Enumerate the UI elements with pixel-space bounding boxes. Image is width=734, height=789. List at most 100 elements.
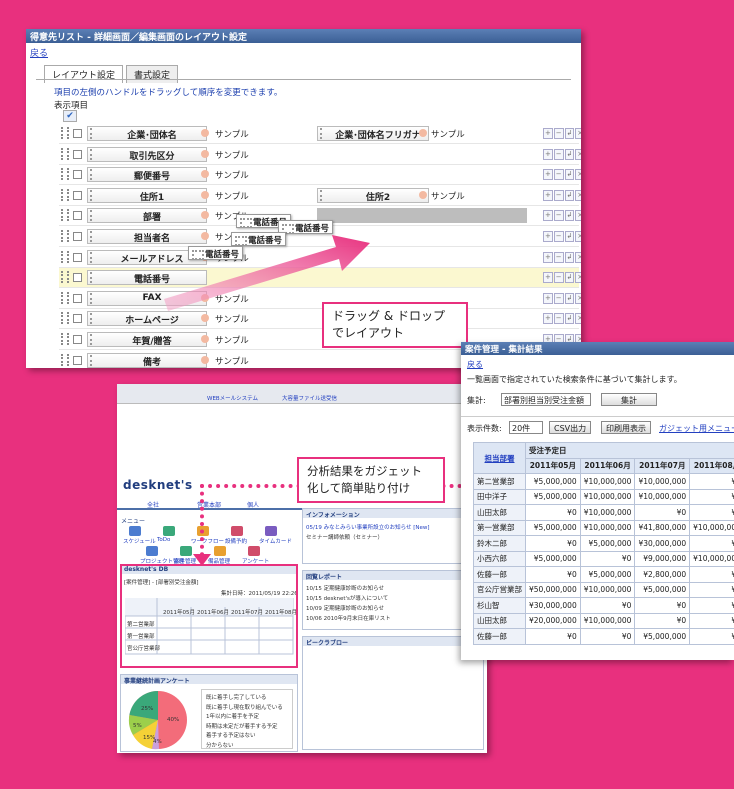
gadget-menu-link[interactable]: ガジェット用メニュー: [659, 423, 734, 434]
row-ctrl-button[interactable]: +: [543, 148, 553, 160]
row-ctrl-button[interactable]: ×: [575, 313, 581, 325]
drag-handle-icon[interactable]: [61, 250, 69, 263]
row-ctrl-button[interactable]: ×: [575, 251, 581, 263]
row-ctrl-button[interactable]: ↲: [564, 272, 575, 284]
menu-app-icon[interactable]: [214, 546, 226, 556]
row-checkbox[interactable]: [73, 314, 82, 324]
info-item[interactable]: 05/19 みなとみらい事業所設立のお知らせ [New]: [306, 523, 430, 531]
row-ctrl-button[interactable]: ↲: [564, 251, 575, 263]
field-row[interactable]: 取引先区分 サンプル + − ↲ ×: [59, 145, 581, 165]
row-ctrl-button[interactable]: ↲: [564, 313, 575, 325]
row-ctrl-button[interactable]: −: [553, 251, 564, 263]
menu-app-icon[interactable]: [129, 526, 141, 536]
menu-app-label[interactable]: スケジュール: [123, 537, 156, 545]
row-ctrl-button[interactable]: +: [543, 251, 553, 263]
row-checkbox[interactable]: [73, 273, 82, 283]
field-row[interactable]: 郵便番号 サンプル + − ↲ ×: [59, 165, 581, 186]
row-ctrl-button[interactable]: −: [553, 210, 564, 222]
row-ctrl-button[interactable]: ×: [575, 272, 581, 284]
report-item[interactable]: 10/15 desknet'sが導入について: [306, 594, 388, 602]
menu-app-label[interactable]: ToDo: [157, 537, 170, 543]
row-checkbox[interactable]: [73, 252, 82, 262]
row-ctrl-button[interactable]: +: [543, 169, 553, 181]
menu-app-icon[interactable]: [146, 546, 158, 556]
row-checkbox[interactable]: [73, 190, 82, 200]
drag-handle-icon[interactable]: [61, 209, 69, 222]
row-ctrl-button[interactable]: ↲: [564, 169, 575, 181]
column-header[interactable]: 担当部署: [473, 442, 526, 474]
webmail-link[interactable]: WEBメールシステム: [207, 394, 258, 402]
count-select[interactable]: 20件: [509, 421, 543, 434]
row-ctrl-button[interactable]: −: [553, 292, 564, 304]
menu-app-icon[interactable]: [265, 526, 277, 536]
tab-format[interactable]: 書式設定: [126, 65, 179, 83]
row-ctrl-button[interactable]: −: [553, 272, 564, 284]
menu-app-label[interactable]: ワークフロー: [191, 537, 224, 545]
field-row[interactable]: 企業･団体名 サンプル 企業･団体名フリガナ サンプル + − ↲ ×: [59, 124, 581, 144]
row-ctrl-button[interactable]: ×: [575, 128, 581, 139]
row-ctrl-button[interactable]: ×: [575, 292, 581, 304]
drag-handle-icon[interactable]: [61, 353, 69, 366]
row-checkbox[interactable]: [73, 211, 82, 221]
drag-handle-icon[interactable]: [61, 188, 69, 201]
field-row[interactable]: 住所1 サンプル 住所2 サンプル + − ↲ ×: [59, 186, 581, 206]
row-checkbox[interactable]: [73, 335, 82, 344]
row-ctrl-button[interactable]: ↲: [564, 128, 575, 139]
menu-app-icon[interactable]: [180, 546, 192, 556]
row-ctrl-button[interactable]: −: [553, 148, 564, 160]
drag-handle-icon[interactable]: [61, 291, 69, 304]
menu-app-label[interactable]: 設備予約: [225, 537, 247, 545]
drag-handle-icon[interactable]: [61, 271, 69, 284]
csv-button[interactable]: CSV出力: [549, 421, 592, 434]
row-ctrl-button[interactable]: −: [553, 189, 564, 201]
row-ctrl-button[interactable]: +: [543, 128, 553, 139]
drag-handle-icon[interactable]: [61, 333, 69, 345]
row-ctrl-button[interactable]: −: [553, 169, 564, 181]
row-ctrl-button[interactable]: ×: [575, 231, 581, 242]
row-ctrl-button[interactable]: ×: [575, 189, 581, 201]
back-link[interactable]: 戻る: [467, 359, 483, 370]
row-ctrl-button[interactable]: ×: [575, 169, 581, 181]
nav-tab[interactable]: 個人: [247, 500, 259, 509]
menu-app-icon[interactable]: [231, 526, 243, 536]
menu-app-label[interactable]: タイムカード: [259, 537, 292, 545]
drag-handle-icon[interactable]: [61, 230, 69, 242]
report-item[interactable]: 10/15 定期健康診断のお知らせ: [306, 584, 384, 592]
row-ctrl-button[interactable]: +: [543, 313, 553, 325]
row-ctrl-button[interactable]: +: [543, 189, 553, 201]
row-checkbox[interactable]: [73, 355, 82, 365]
drag-handle-icon[interactable]: [61, 147, 69, 160]
row-ctrl-button[interactable]: −: [553, 231, 564, 242]
row-ctrl-button[interactable]: ↲: [564, 292, 575, 304]
info-item[interactable]: セミナー講師依頼（セミナー）: [306, 533, 383, 541]
row-ctrl-button[interactable]: ×: [575, 210, 581, 222]
print-button[interactable]: 印刷用表示: [601, 421, 651, 434]
row-ctrl-button[interactable]: ↲: [564, 231, 575, 242]
row-ctrl-button[interactable]: +: [543, 231, 553, 242]
row-checkbox[interactable]: [73, 232, 82, 241]
menu-app-icon[interactable]: [163, 526, 175, 536]
row-ctrl-button[interactable]: −: [553, 128, 564, 139]
back-link[interactable]: 戻る: [30, 46, 581, 59]
row-ctrl-button[interactable]: ↲: [564, 148, 575, 160]
row-checkbox[interactable]: [73, 149, 82, 159]
row-ctrl-button[interactable]: ×: [575, 148, 581, 160]
row-ctrl-button[interactable]: −: [553, 313, 564, 325]
row-ctrl-button[interactable]: +: [543, 292, 553, 304]
row-ctrl-button[interactable]: ↲: [564, 189, 575, 201]
file-transfer-link[interactable]: 大容量ファイル送受信: [282, 394, 337, 402]
menu-app-icon[interactable]: [248, 546, 260, 556]
aggregate-button[interactable]: 集計: [601, 393, 657, 406]
row-checkbox[interactable]: [73, 293, 82, 303]
row-ctrl-button[interactable]: ↲: [564, 210, 575, 222]
row-ctrl-button[interactable]: +: [543, 272, 553, 284]
tab-layout[interactable]: レイアウト設定: [44, 65, 124, 83]
row-checkbox[interactable]: [73, 129, 82, 138]
select-all-checkbox[interactable]: ✔: [63, 110, 77, 122]
drag-handle-icon[interactable]: [61, 168, 69, 181]
row-checkbox[interactable]: [73, 170, 82, 180]
nav-tab[interactable]: 全社: [147, 500, 159, 509]
report-item[interactable]: 10/09 定期健康診断のお知らせ: [306, 604, 384, 612]
report-item[interactable]: 10/06 2010年9月末日在庫リスト: [306, 614, 391, 622]
drag-handle-icon[interactable]: [61, 127, 69, 139]
